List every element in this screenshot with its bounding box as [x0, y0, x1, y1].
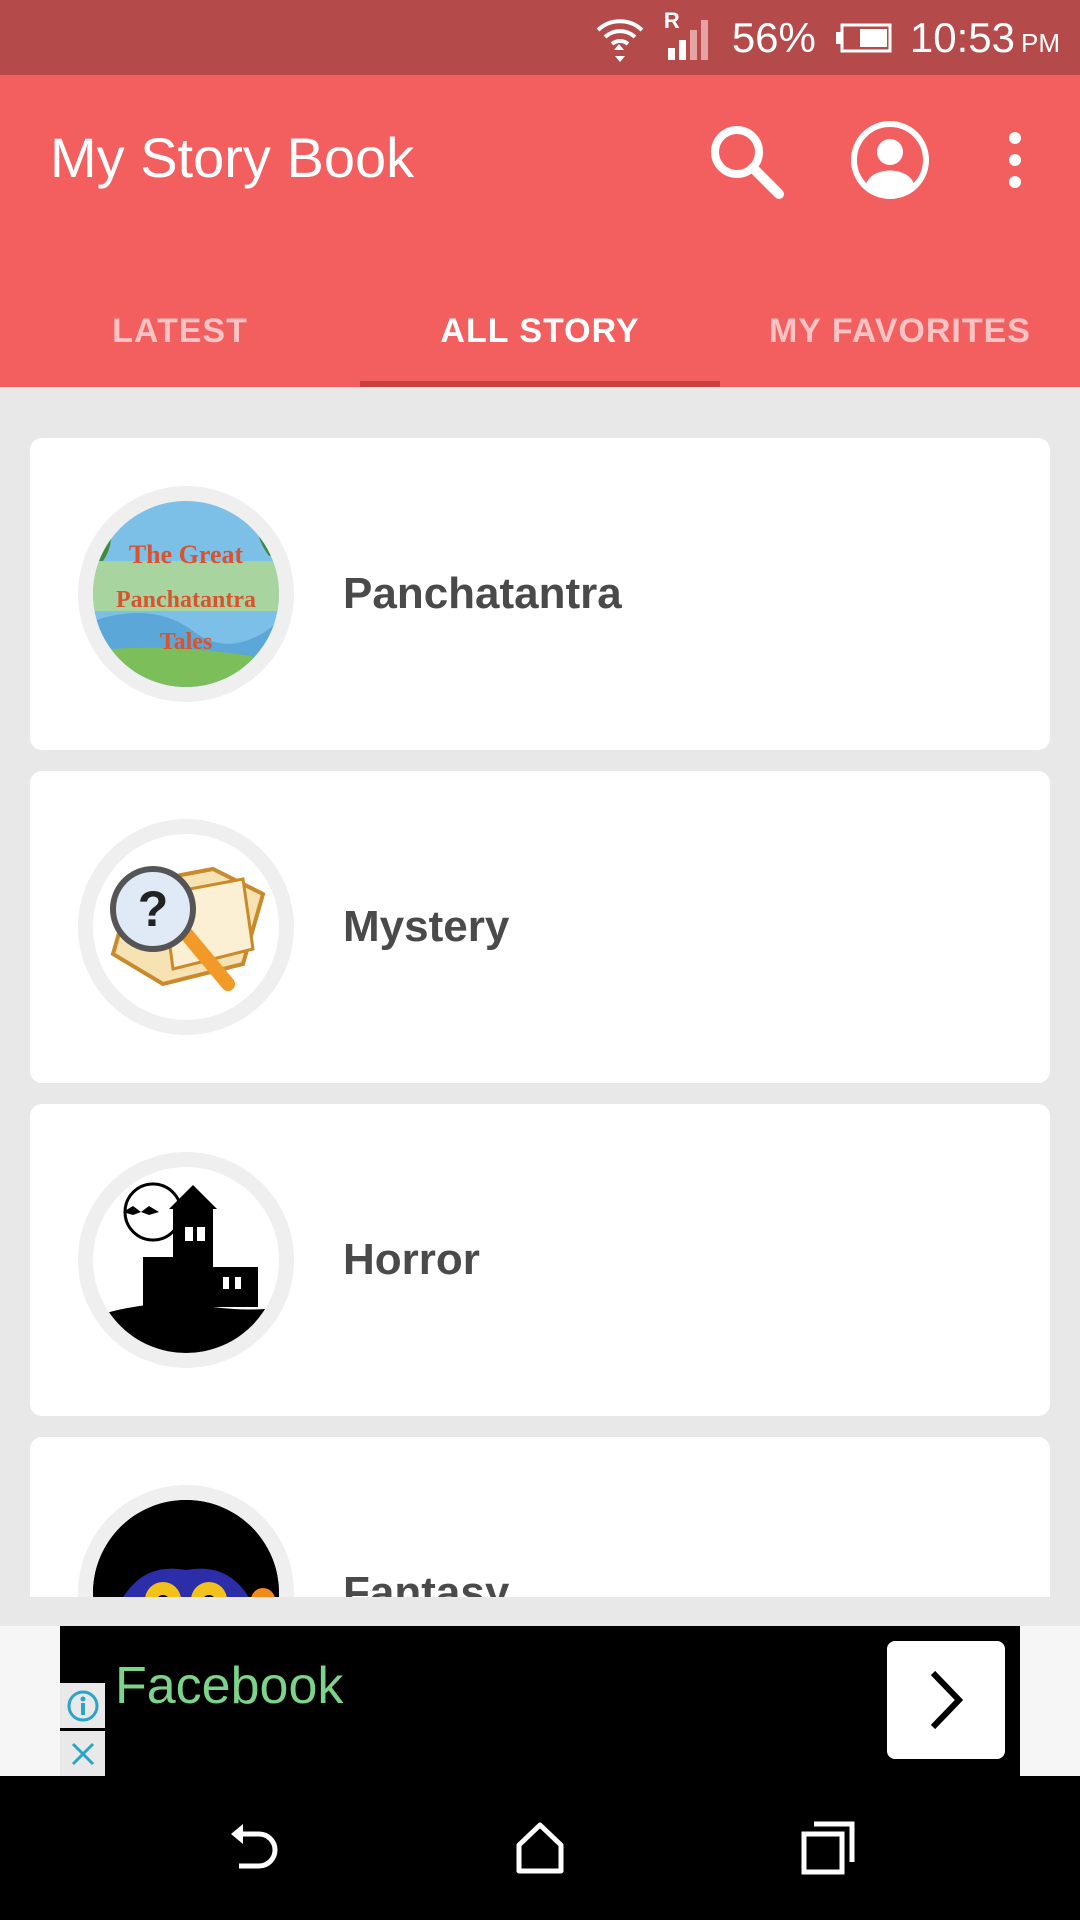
category-card-horror[interactable]: Horror — [30, 1104, 1050, 1416]
ad-text[interactable]: Facebook — [115, 1656, 343, 1716]
home-icon — [516, 1822, 564, 1874]
svg-text:?: ? — [138, 881, 169, 937]
chevron-right-icon — [930, 1670, 964, 1730]
category-thumbnail — [78, 1485, 294, 1597]
category-label: Fantasy — [343, 1568, 510, 1597]
recents-button[interactable] — [778, 1798, 878, 1898]
ad-info-button[interactable] — [60, 1683, 105, 1728]
category-card-panchatantra[interactable]: The Great Panchatantra Tales Panchatantr… — [30, 438, 1050, 750]
thumb-title-line-2: Panchatantra — [116, 587, 256, 613]
battery-percent: 56% — [731, 13, 816, 61]
thumb-title-line-3: Tales — [160, 629, 212, 655]
network-type-label: R — [663, 7, 680, 33]
tab-my-favorites[interactable]: MY FAVORITES — [720, 275, 1080, 387]
ad-banner[interactable]: Facebook — [60, 1626, 1020, 1776]
screen: R 56% 10:53 PM My Story Book LATEST ALL … — [0, 0, 1080, 1920]
panchatantra-thumbnail-image: The Great Panchatantra Tales — [93, 501, 279, 687]
account-button[interactable] — [845, 115, 935, 205]
ad-banner-area: Facebook — [0, 1626, 1080, 1776]
more-vert-icon — [1009, 132, 1021, 188]
fantasy-creature-icon — [93, 1500, 279, 1597]
ad-open-button[interactable] — [887, 1641, 1005, 1759]
category-list[interactable]: The Great Panchatantra Tales Panchatantr… — [0, 387, 1080, 1597]
recents-icon — [801, 1821, 855, 1875]
signal-icon: R — [664, 8, 714, 62]
back-button[interactable] — [203, 1798, 303, 1898]
category-label: Panchatantra — [343, 569, 622, 618]
app-title: My Story Book — [50, 126, 415, 189]
category-label: Mystery — [343, 902, 510, 951]
wifi-icon — [594, 14, 646, 62]
category-card-fantasy[interactable]: Fantasy — [30, 1437, 1050, 1597]
category-thumbnail: ? — [78, 819, 294, 1035]
tab-latest[interactable]: LATEST — [0, 275, 360, 387]
search-icon — [711, 126, 784, 199]
category-thumbnail: The Great Panchatantra Tales — [78, 486, 294, 702]
tab-all-story[interactable]: ALL STORY — [360, 275, 720, 387]
more-options-button[interactable] — [985, 115, 1045, 205]
ad-close-button[interactable] — [60, 1731, 105, 1776]
back-icon — [231, 1824, 278, 1869]
home-button[interactable] — [490, 1798, 590, 1898]
clock: 10:53 PM — [910, 14, 1060, 62]
thumb-title-line-1: The Great — [129, 540, 244, 569]
app-bar: My Story Book LATEST ALL STORY MY FAVORI… — [0, 75, 1080, 387]
category-thumbnail — [78, 1152, 294, 1368]
battery-icon — [834, 22, 892, 54]
status-icons: R 56% 10:53 PM — [594, 0, 1060, 75]
info-icon — [67, 1690, 98, 1721]
category-label: Horror — [343, 1235, 480, 1284]
status-bar: R 56% 10:53 PM — [0, 0, 1080, 75]
book-magnifier-icon: ? — [110, 866, 266, 991]
clock-ampm: PM — [1021, 27, 1060, 58]
close-icon — [71, 1742, 94, 1765]
system-nav-bar — [0, 1776, 1080, 1920]
category-card-mystery[interactable]: ? Mystery — [30, 771, 1050, 1083]
clock-time: 10:53 — [909, 13, 1015, 61]
account-icon — [851, 121, 929, 199]
search-button[interactable] — [700, 115, 790, 205]
haunted-house-icon — [93, 1182, 279, 1353]
tab-bar: LATEST ALL STORY MY FAVORITES — [0, 275, 1080, 387]
